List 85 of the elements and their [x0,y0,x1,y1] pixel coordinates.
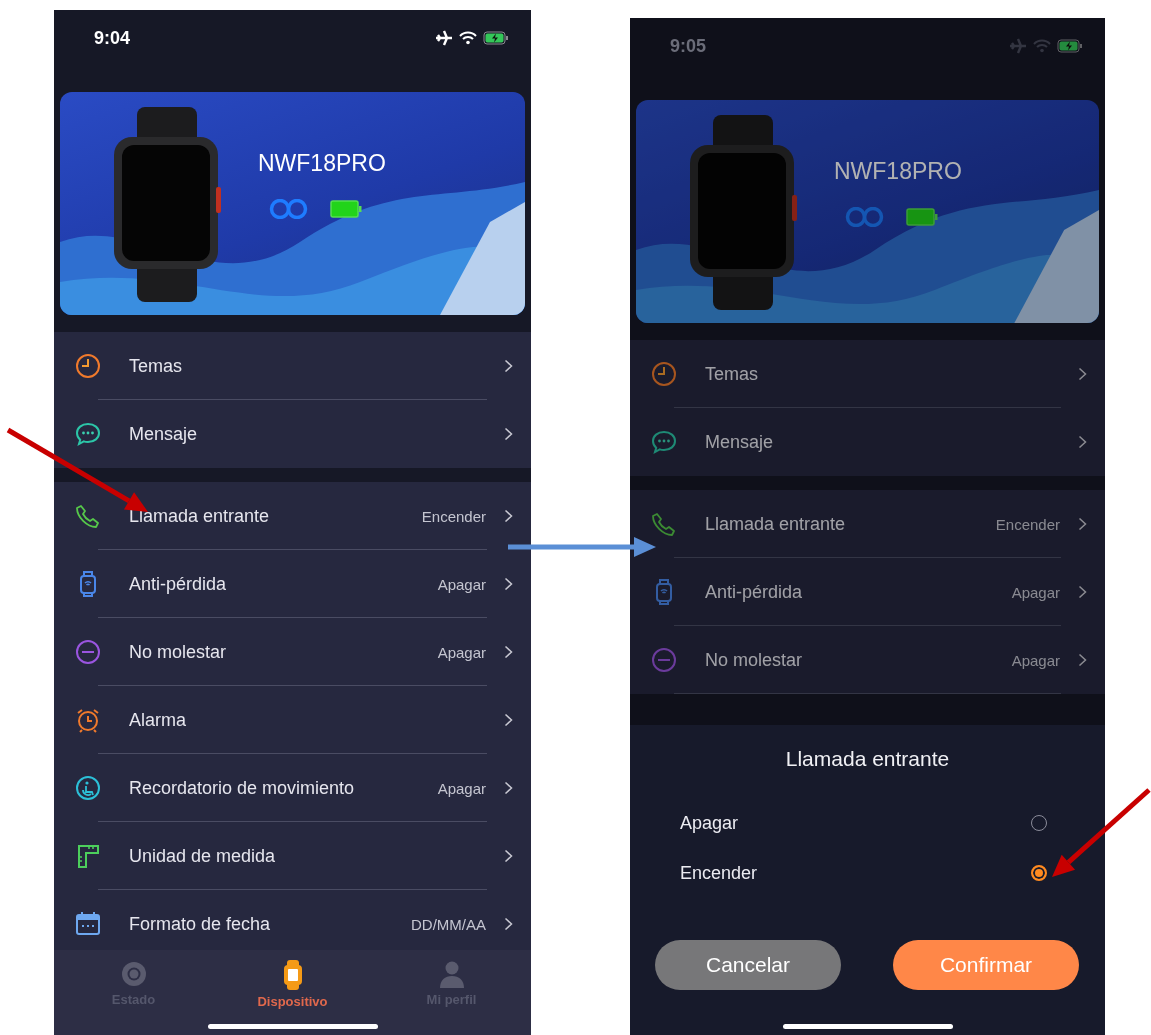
chevron-right-icon [504,645,513,659]
row-label: Alarma [129,709,187,731]
battery-icon [330,200,362,218]
person-icon [437,960,466,988]
option-label: Apagar [680,812,739,834]
chevron-right-icon [504,427,513,441]
tab-bar-item[interactable]: Dispositivo [213,960,372,1012]
status-time: 9:04 [94,28,131,49]
battery-charging-icon [483,31,509,45]
settings-row[interactable]: Temas [630,340,1105,408]
row-label: Anti-pérdida [705,581,804,603]
row-label: Temas [129,355,183,377]
row-value: Encender [995,515,1060,533]
link-icon [844,207,886,227]
airplane-icon [435,30,453,46]
row-value: Apagar [1011,583,1060,601]
clock-icon [75,353,101,379]
option-label: Encender [680,862,758,884]
row-label: Mensaje [129,423,199,445]
chevron-right-icon [1078,367,1087,381]
row-value: Encender [421,507,486,525]
chevron-right-icon [504,849,513,863]
chevron-right-icon [504,509,513,523]
row-value: DD/MM/AA [411,915,486,933]
chevron-right-icon [1078,517,1087,531]
row-value: Apagar [437,643,486,661]
settings-row[interactable]: Llamada entrante Encender [630,490,1105,558]
settings-row[interactable]: Recordatorio de movimiento Apagar [54,754,531,822]
settings-row[interactable]: Unidad de medida [54,822,531,890]
row-label: Temas [705,363,759,385]
settings-row[interactable]: Temas [54,332,531,400]
chevron-right-icon [1078,585,1087,599]
sheet-title: Llamada entrante [784,747,951,771]
chat-bubble-icon [651,429,677,455]
battery-icon [906,208,938,226]
row-value: Apagar [437,779,486,797]
settings-row[interactable]: Alarma [54,686,531,754]
settings-row[interactable]: No molestar Apagar [54,618,531,686]
watch-icon [283,960,302,990]
device-name: NWF18PRO [834,158,962,185]
device-name: NWF18PRO [258,150,386,177]
radio-button[interactable] [1031,865,1047,881]
alarm-clock-icon [75,707,101,733]
chevron-right-icon [1078,653,1087,667]
airplane-icon [1009,38,1027,54]
settings-row[interactable]: Anti-pérdida Apagar [54,550,531,618]
circle-icon [119,960,148,988]
chevron-right-icon [1078,435,1087,449]
settings-row[interactable]: Anti-pérdida Apagar [630,558,1105,626]
clock-icon [651,361,677,387]
battery-charging-icon [1057,39,1083,53]
row-label: No molestar [129,641,228,663]
row-label: No molestar [705,649,804,671]
chevron-right-icon [504,577,513,591]
link-icon [268,199,310,219]
chevron-right-icon [504,917,513,931]
status-time: 9:05 [670,36,707,57]
minus-circle-icon [75,639,101,665]
phone-icon [651,511,677,537]
chevron-right-icon [504,359,513,373]
row-label: Formato de fecha [129,913,272,935]
settings-row[interactable]: Mensaje [54,400,531,468]
chevron-right-icon [504,781,513,795]
wifi-icon [1033,39,1051,53]
minus-circle-icon [651,647,677,673]
calendar-icon [75,911,101,937]
wifi-icon [459,31,477,45]
row-label: Recordatorio de movimiento [129,777,356,799]
row-value: Apagar [1011,651,1060,669]
row-label: Llamada entrante [705,513,847,535]
person-circle-icon [75,775,101,801]
cancel-button[interactable]: Cancelar [655,940,841,990]
row-label: Llamada entrante [129,505,271,527]
settings-row[interactable]: No molestar Apagar [630,626,1105,694]
ruler-icon [75,843,101,869]
phone-icon [75,503,101,529]
chevron-right-icon [504,713,513,727]
row-label: Unidad de medida [129,845,277,867]
row-label: Anti-pérdida [129,573,228,595]
settings-row[interactable]: Mensaje [630,408,1105,476]
row-value: Apagar [437,575,486,593]
chat-bubble-icon [75,421,101,447]
settings-row[interactable]: Formato de fecha DD/MM/AA [54,890,531,950]
row-label: Mensaje [705,431,775,453]
settings-row[interactable]: Llamada entrante Encender [54,482,531,550]
